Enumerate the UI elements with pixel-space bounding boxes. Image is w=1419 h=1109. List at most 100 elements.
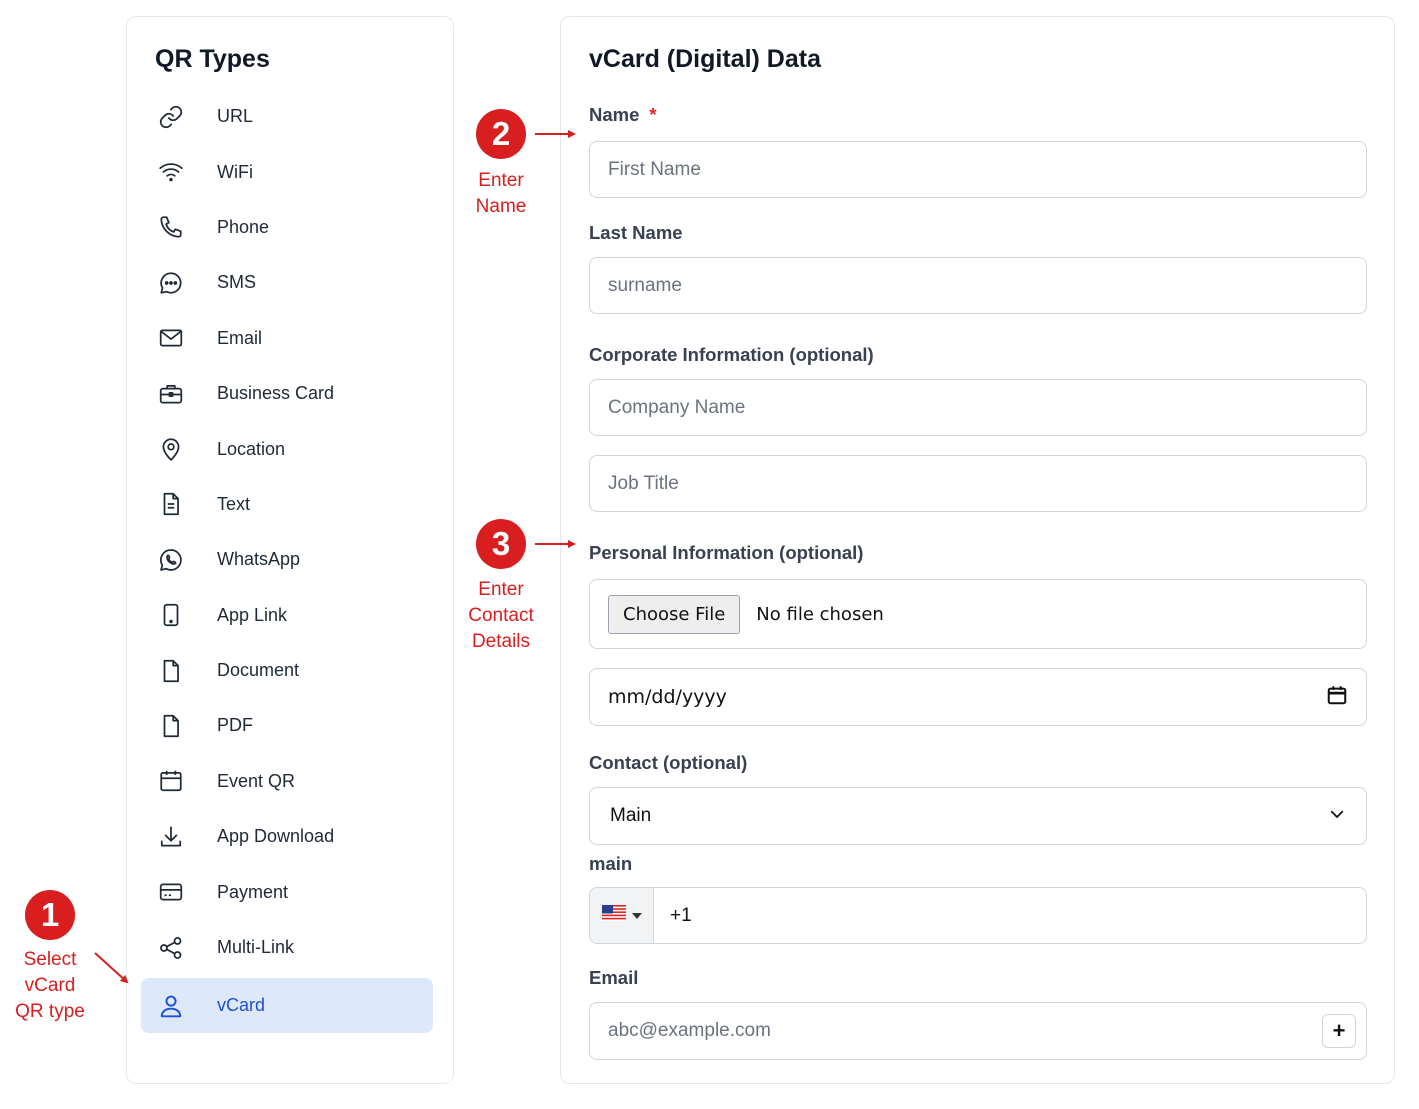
qr-type-pdf[interactable]: PDF <box>141 698 433 753</box>
phone-number-input[interactable] <box>670 904 1270 927</box>
step-2-badge: 2 <box>476 109 526 159</box>
phone-label: main <box>589 853 633 874</box>
briefcase-icon <box>157 380 185 408</box>
step-3-badge: 3 <box>476 519 526 569</box>
company-name-input[interactable] <box>589 379 1367 436</box>
caption-line: QR type <box>15 1001 85 1022</box>
qr-type-label: SMS <box>217 272 257 293</box>
birthday-date-input[interactable]: mm/dd/yyyy <box>589 668 1367 726</box>
qr-type-sms[interactable]: SMS <box>141 255 433 310</box>
step-1-badge: 1 <box>25 890 75 940</box>
qr-type-payment[interactable]: Payment <box>141 864 433 919</box>
required-marker: * <box>649 104 657 125</box>
sms-icon <box>157 269 185 297</box>
qr-type-label: App Link <box>217 604 288 625</box>
form-title: vCard (Digital) Data <box>589 45 821 73</box>
last-name-label: Last Name <box>589 222 683 243</box>
qr-type-multi-link[interactable]: Multi-Link <box>141 920 433 975</box>
qr-type-vcard[interactable]: vCard <box>141 978 433 1034</box>
text-file-icon <box>157 490 185 518</box>
qr-type-label: URL <box>217 106 254 127</box>
credit-card-icon <box>157 878 185 906</box>
pdf-file-icon <box>157 712 185 740</box>
email-field: + <box>589 1002 1367 1060</box>
caption-line: vCard <box>24 975 76 996</box>
phone-field <box>589 887 1367 944</box>
qr-type-label: Business Card <box>217 383 335 404</box>
qr-type-label: Event QR <box>217 770 296 791</box>
contact-type-select[interactable]: Main <box>589 787 1367 845</box>
download-icon <box>157 823 185 851</box>
qr-types-panel: QR Types URL WiFi Phone SMS Email Busine… <box>126 16 454 1084</box>
qr-types-title: QR Types <box>155 45 270 73</box>
qr-type-app-link[interactable]: App Link <box>141 588 433 643</box>
calendar-icon <box>157 767 185 795</box>
qr-type-label: vCard <box>217 995 266 1016</box>
smartphone-icon <box>157 601 185 629</box>
us-flag-icon <box>601 905 626 926</box>
caption-line: Select <box>23 949 77 970</box>
qr-type-phone[interactable]: Phone <box>141 200 433 255</box>
qr-type-wifi[interactable]: WiFi <box>141 144 433 199</box>
share-icon <box>157 934 185 962</box>
job-title-input[interactable] <box>589 455 1367 512</box>
caption-line: Name <box>475 196 527 217</box>
phone-icon <box>157 213 185 241</box>
chevron-down-icon <box>1328 805 1346 828</box>
qr-type-url[interactable]: URL <box>141 89 433 144</box>
wifi-icon <box>157 158 185 186</box>
qr-type-label: Phone <box>217 216 270 237</box>
mail-icon <box>157 324 185 352</box>
qr-type-label: WiFi <box>217 161 253 182</box>
caption-line: Enter <box>478 170 524 191</box>
vcard-form-panel: vCard (Digital) Data Name * Last Name Cor… <box>560 16 1395 1084</box>
qr-type-label: Payment <box>217 881 289 902</box>
qr-type-label: App Download <box>217 826 335 847</box>
country-code-dropdown[interactable] <box>590 888 654 943</box>
step-1-caption: Select vCard QR type <box>0 947 100 1025</box>
qr-type-text[interactable]: Text <box>141 477 433 532</box>
qr-type-location[interactable]: Location <box>141 421 433 476</box>
qr-type-event[interactable]: Event QR <box>141 754 433 809</box>
email-input[interactable] <box>608 1020 1288 1042</box>
qr-type-label: WhatsApp <box>217 549 301 570</box>
qr-type-document[interactable]: Document <box>141 643 433 698</box>
contact-label: Contact (optional) <box>589 752 748 773</box>
step-3-caption: Enter Contact Details <box>451 577 551 655</box>
calendar-picker-icon[interactable] <box>1326 684 1348 711</box>
name-label-text: Name <box>589 104 640 125</box>
qr-type-label: Document <box>217 660 300 681</box>
whatsapp-icon <box>157 546 185 574</box>
caret-down-icon <box>631 907 642 925</box>
caption-line: Contact <box>468 605 534 626</box>
qr-type-app-download[interactable]: App Download <box>141 809 433 864</box>
add-email-button[interactable]: + <box>1322 1014 1356 1048</box>
caption-line: Details <box>471 631 531 652</box>
date-placeholder: mm/dd/yyyy <box>608 686 727 708</box>
last-name-input[interactable] <box>589 257 1367 314</box>
qr-type-business-card[interactable]: Business Card <box>141 366 433 421</box>
document-icon <box>157 657 185 685</box>
choose-file-button[interactable]: Choose File <box>608 594 741 634</box>
caption-line: Enter <box>478 579 524 600</box>
first-name-input[interactable] <box>589 141 1367 198</box>
link-icon <box>157 103 185 131</box>
qr-type-whatsapp[interactable]: WhatsApp <box>141 532 433 587</box>
qr-type-label: Email <box>217 327 263 348</box>
qr-type-label: Text <box>217 493 251 514</box>
name-label: Name * <box>589 104 657 126</box>
location-pin-icon <box>157 435 185 463</box>
file-status-text: No file chosen <box>756 603 884 625</box>
email-label: Email <box>589 967 639 988</box>
photo-file-field: Choose File No file chosen <box>589 579 1367 649</box>
qr-type-label: Location <box>217 438 286 459</box>
qr-type-label: Multi-Link <box>217 937 295 958</box>
qr-type-list: URL WiFi Phone SMS Email Business Card L… <box>141 89 433 1034</box>
corporate-info-label: Corporate Information (optional) <box>589 344 874 365</box>
qr-type-label: PDF <box>217 715 253 736</box>
personal-info-label: Personal Information (optional) <box>589 542 864 563</box>
step-2-caption: Enter Name <box>451 168 551 220</box>
contact-select-value: Main <box>610 805 652 826</box>
qr-type-email[interactable]: Email <box>141 311 433 366</box>
user-icon <box>157 992 185 1020</box>
